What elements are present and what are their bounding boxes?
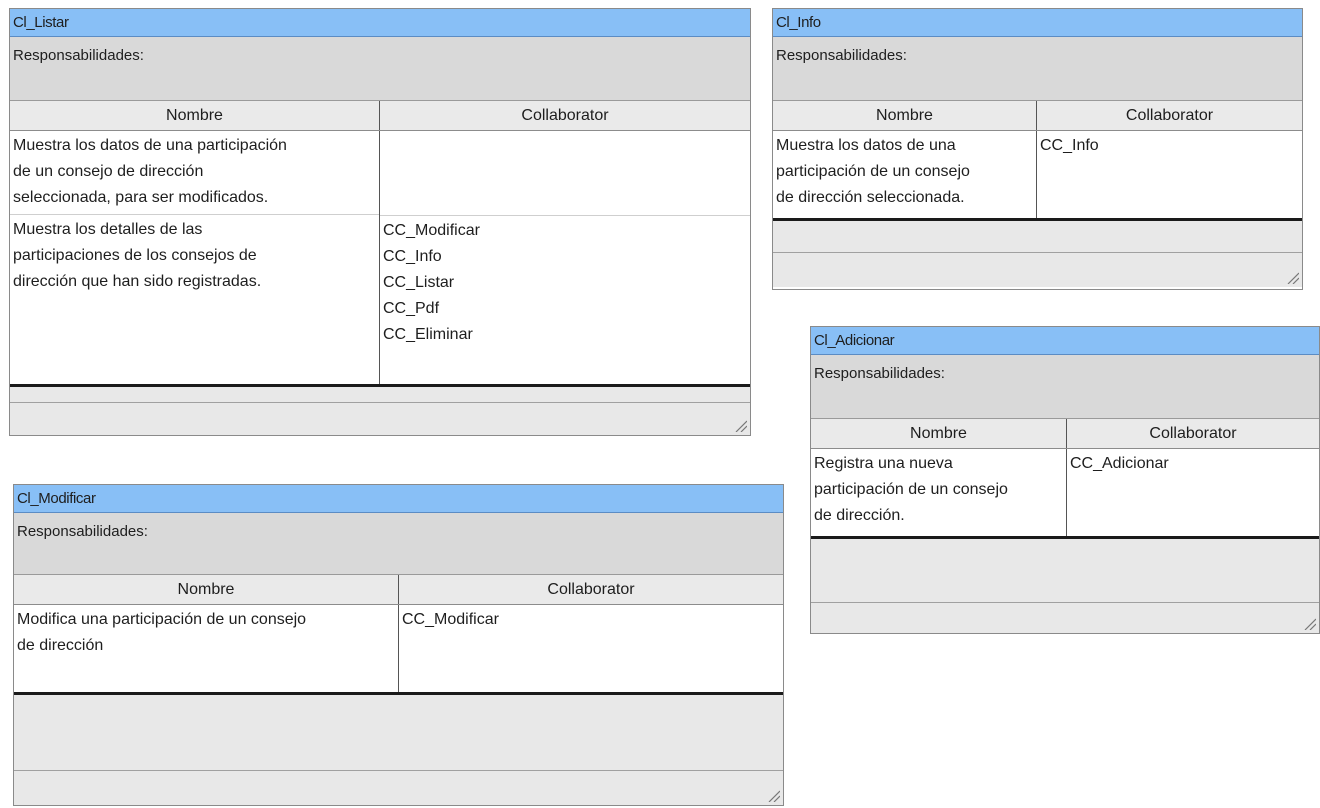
collaborator-column: CC_Modificar CC_Info CC_Listar CC_Pdf CC…	[380, 131, 750, 384]
table-row: Muestra los detalles de las participacio…	[10, 215, 379, 299]
cell-line: de dirección seleccionada.	[776, 189, 965, 206]
card-footer-bar	[14, 695, 783, 771]
header-nombre: Nombre	[811, 419, 1067, 448]
name-column: Modifica una participación de un consejo…	[14, 605, 399, 692]
cell-line: de un consejo de dirección	[13, 163, 204, 180]
collaborator-item: CC_Info	[383, 248, 442, 265]
cell-line: Muestra los detalles de las	[13, 221, 203, 238]
card-footer-resize	[10, 403, 750, 435]
collaborator-item: CC_Pdf	[383, 300, 440, 317]
resize-grip-icon[interactable]	[733, 418, 747, 432]
card-footer-bar	[773, 221, 1302, 253]
table-row: Registra una nueva participación de un c…	[811, 449, 1066, 533]
card-footer-resize	[773, 253, 1302, 287]
name-column: Muestra los datos de una participación d…	[773, 131, 1037, 218]
cell-line: Muestra los datos de una	[776, 137, 956, 154]
header-collaborator: Collaborator	[547, 581, 635, 598]
cell-line: participación de un consejo	[776, 163, 970, 180]
cell-line: Modifica una participación de un consejo	[17, 611, 307, 628]
header-collaborator: Collaborator	[521, 107, 609, 124]
cell-line: seleccionada, para ser modificados.	[13, 189, 269, 206]
cell-line: participaciones de los consejos de	[13, 247, 257, 264]
card-footer-resize	[811, 603, 1319, 633]
table-row: Muestra los datos de una participación d…	[10, 131, 379, 215]
table-row: Muestra los datos de una participación d…	[773, 131, 1036, 215]
table-header: Nombre Collaborator	[14, 575, 783, 605]
table-body: Muestra los datos de una participación d…	[10, 131, 750, 387]
header-nombre: Nombre	[10, 101, 380, 130]
header-collaborator: Collaborator	[1149, 425, 1237, 442]
table-body: Modifica una participación de un consejo…	[14, 605, 783, 695]
header-nombre: Nombre	[773, 101, 1037, 130]
card-footer-bar	[10, 387, 750, 403]
responsibilities-label: Responsabilidades:	[811, 355, 1319, 419]
card-footer-bar	[811, 539, 1319, 603]
resize-grip-icon[interactable]	[766, 788, 780, 802]
header-nombre: Nombre	[14, 575, 399, 604]
name-column: Registra una nueva participación de un c…	[811, 449, 1067, 536]
collaborator-column: CC_Info	[1037, 131, 1302, 218]
collaborator-column: CC_Modificar	[399, 605, 783, 692]
responsibilities-label: Responsabilidades:	[10, 37, 750, 101]
table-row: Modifica una participación de un consejo…	[14, 605, 398, 663]
crc-card-cl-info: Cl_Info Responsabilidades: Nombre Collab…	[772, 8, 1303, 290]
card-title: Cl_Listar	[10, 9, 750, 37]
collaborator-column: CC_Adicionar	[1067, 449, 1319, 536]
table-body: Registra una nueva participación de un c…	[811, 449, 1319, 539]
cell-line: participación de un consejo	[814, 481, 1008, 498]
name-column: Muestra los datos de una participación d…	[10, 131, 380, 384]
card-title: Cl_Adicionar	[811, 327, 1319, 355]
resize-grip-icon[interactable]	[1285, 270, 1299, 284]
table-header: Nombre Collaborator	[811, 419, 1319, 449]
crc-card-cl-listar: Cl_Listar Responsabilidades: Nombre Coll…	[9, 8, 751, 436]
table-header: Nombre Collaborator	[773, 101, 1302, 131]
collaborator-item: CC_Listar	[383, 274, 455, 291]
header-collaborator: Collaborator	[1125, 107, 1214, 124]
collaborator-item: CC_Eliminar	[383, 326, 473, 343]
responsibilities-label: Responsabilidades:	[773, 37, 1302, 101]
crc-card-cl-adicionar: Cl_Adicionar Responsabilidades: Nombre C…	[810, 326, 1320, 634]
collaborator-item: CC_Modificar	[383, 222, 480, 239]
collaborator-item: CC_Info	[1040, 137, 1099, 154]
card-title: Cl_Modificar	[14, 485, 783, 513]
cell-line: de dirección.	[814, 507, 905, 524]
collaborator-cell-empty	[380, 131, 750, 216]
crc-card-cl-modificar: Cl_Modificar Responsabilidades: Nombre C…	[13, 484, 784, 806]
table-body: Muestra los datos de una participación d…	[773, 131, 1302, 221]
cell-line: Muestra los datos de una participación	[13, 137, 287, 154]
card-footer-resize	[14, 771, 783, 805]
cell-line: dirección que han sido registradas.	[13, 273, 262, 290]
cell-line: Registra una nueva	[814, 455, 953, 472]
collaborator-item: CC_Adicionar	[1070, 455, 1169, 472]
cell-line: de dirección	[17, 637, 104, 654]
card-title: Cl_Info	[773, 9, 1302, 37]
collaborator-cell: CC_Modificar CC_Info CC_Listar CC_Pdf CC…	[380, 216, 750, 348]
table-header: Nombre Collaborator	[10, 101, 750, 131]
responsibilities-label: Responsabilidades:	[14, 513, 783, 575]
resize-grip-icon[interactable]	[1302, 616, 1316, 630]
collaborator-item: CC_Modificar	[402, 611, 499, 628]
